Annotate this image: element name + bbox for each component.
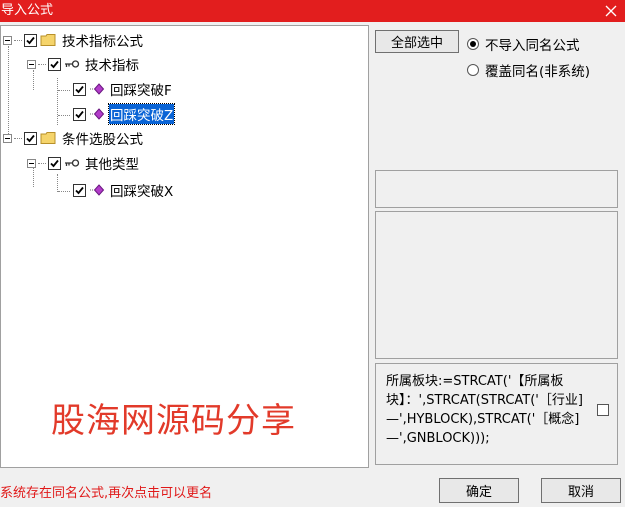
tree-connector: [58, 115, 70, 116]
folder-icon: [40, 131, 57, 145]
tree-node-folder[interactable]: 条件选股公式: [3, 128, 144, 148]
folder-icon: [40, 33, 57, 47]
formula-description-box: 所属板块:=STRCAT('【所属板块】：',STRCAT(STRCAT('［行…: [375, 363, 618, 465]
tree-checkbox[interactable]: [24, 131, 37, 145]
radio-indicator[interactable]: [467, 64, 479, 76]
tree-checkbox[interactable]: [73, 82, 86, 96]
collapse-icon[interactable]: [27, 59, 36, 69]
close-icon[interactable]: [605, 0, 619, 22]
tree-node-formula[interactable]: 回踩突破X: [71, 180, 174, 200]
tree-connector: [58, 191, 70, 192]
tree-connector: [57, 78, 58, 125]
tree-checkbox[interactable]: [73, 183, 86, 197]
status-message: 系统存在同名公式,再次点击可以更名: [0, 486, 213, 501]
tree-node-label: 回踩突破X: [110, 184, 174, 200]
tree-checkbox[interactable]: [48, 156, 61, 170]
tree-node-label: 条件选股公式: [62, 132, 143, 148]
tree-connector: [14, 137, 22, 139]
tree-checkbox[interactable]: [48, 57, 61, 71]
tree-node-formula[interactable]: 回踩突破Z: [71, 103, 176, 125]
window-title: 导入公式: [1, 3, 54, 18]
collapse-icon[interactable]: [3, 133, 12, 143]
preview-box: [375, 211, 618, 359]
formula-icon: [89, 83, 105, 95]
tree-connector: [38, 63, 46, 65]
tree-node-label: 技术指标: [85, 58, 139, 74]
title-bar: 导入公式: [0, 0, 625, 22]
ok-button[interactable]: 确定: [439, 478, 519, 503]
description-checkbox[interactable]: [597, 404, 609, 416]
tree-node-label-selected: 回踩突破Z: [107, 103, 176, 125]
tree-connector: [57, 174, 58, 192]
radio-indicator[interactable]: [467, 38, 479, 50]
tree-connector: [14, 39, 22, 41]
tree-node-label: 回踩突破F: [110, 83, 172, 99]
tree-connector: [58, 90, 70, 91]
formula-icon: [89, 184, 105, 196]
formula-description: 所属板块:=STRCAT('【所属板块】：',STRCAT(STRCAT('［行…: [386, 374, 583, 446]
tree-connector: [38, 162, 46, 164]
tree-node-label: 其他类型: [85, 157, 139, 173]
tree-connector: [8, 46, 9, 134]
tree-node-formula[interactable]: 回踩突破F: [71, 79, 173, 99]
collapse-icon[interactable]: [3, 35, 12, 45]
key-icon: [64, 59, 80, 69]
options-panel: 全部选中 不导入同名公式 覆盖同名(非系统) 所属板块:=STRCAT('【所属…: [369, 25, 625, 468]
tree-node-group[interactable]: 其他类型: [27, 153, 140, 173]
select-all-button[interactable]: 全部选中: [375, 30, 459, 53]
formula-icon: [89, 108, 105, 120]
info-box: [375, 170, 618, 208]
radio-label: 覆盖同名(非系统): [485, 64, 591, 80]
tree-node-label: 技术指标公式: [62, 34, 143, 50]
formula-tree[interactable]: 技术指标公式 技术指标 回踩突破F 回踩突破Z 条件选股公式 其他类型 回踩突破…: [0, 25, 369, 468]
tree-node-group[interactable]: 技术指标: [27, 54, 140, 74]
radio-no-import[interactable]: 不导入同名公式: [467, 34, 580, 54]
radio-overwrite[interactable]: 覆盖同名(非系统): [467, 60, 590, 80]
cancel-button[interactable]: 取消: [541, 478, 621, 503]
tree-checkbox[interactable]: [24, 33, 37, 47]
watermark-text: 股海网源码分享: [51, 401, 296, 441]
collapse-icon[interactable]: [27, 158, 36, 168]
tree-node-folder[interactable]: 技术指标公式: [3, 30, 144, 50]
tree-checkbox[interactable]: [73, 107, 86, 121]
key-icon: [64, 158, 80, 168]
radio-label: 不导入同名公式: [485, 38, 580, 54]
